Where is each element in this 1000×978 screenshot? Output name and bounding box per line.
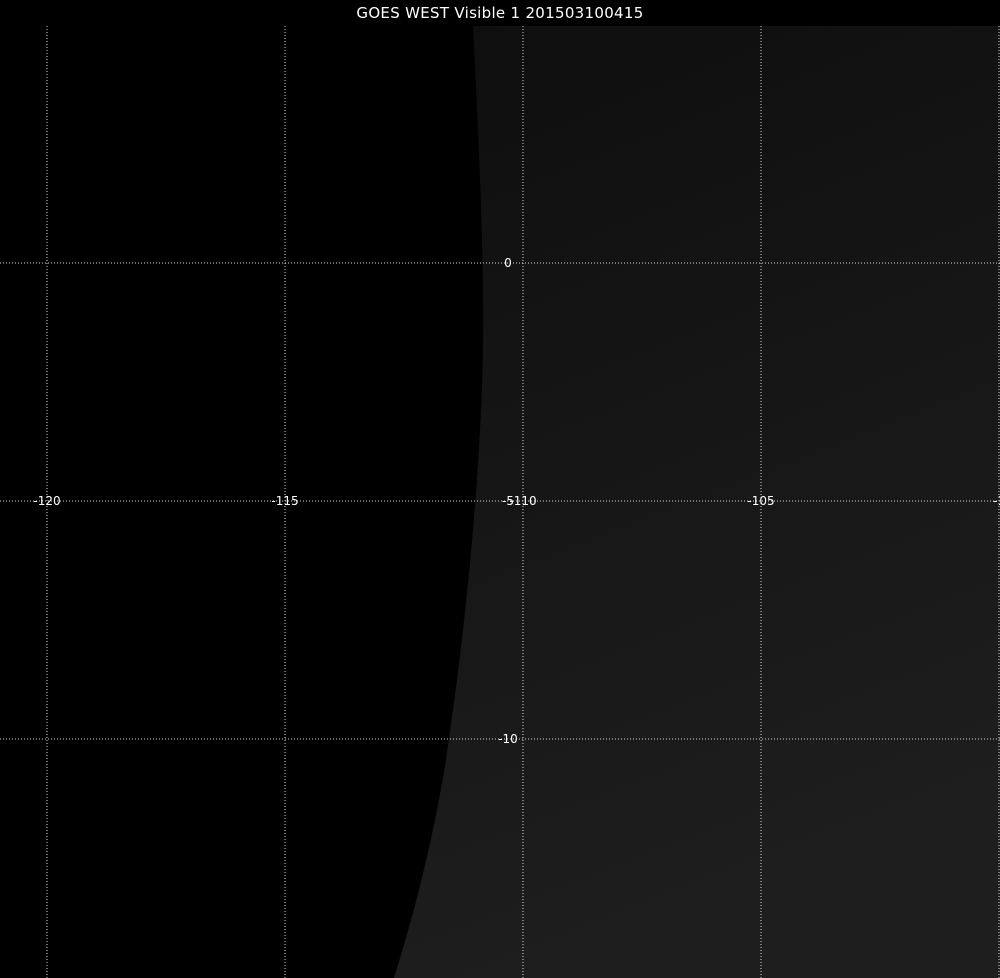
longitude-label: -105 [747,494,774,508]
satellite-map: -120-115-110-105-10-5-10 [0,26,1000,978]
longitude-label: -115 [271,494,298,508]
earth-disk [394,26,1000,978]
longitude-label: -1 [993,494,1000,508]
image-title: GOES WEST Visible 1 201503100415 [0,0,1000,26]
satellite-image: -120-115-110-105-10-5-10 [0,26,1000,978]
latitude-label: -10 [498,732,518,746]
latitude-label: 0 [504,256,512,270]
latitude-label: -5 [502,494,514,508]
longitude-label: -120 [33,494,60,508]
